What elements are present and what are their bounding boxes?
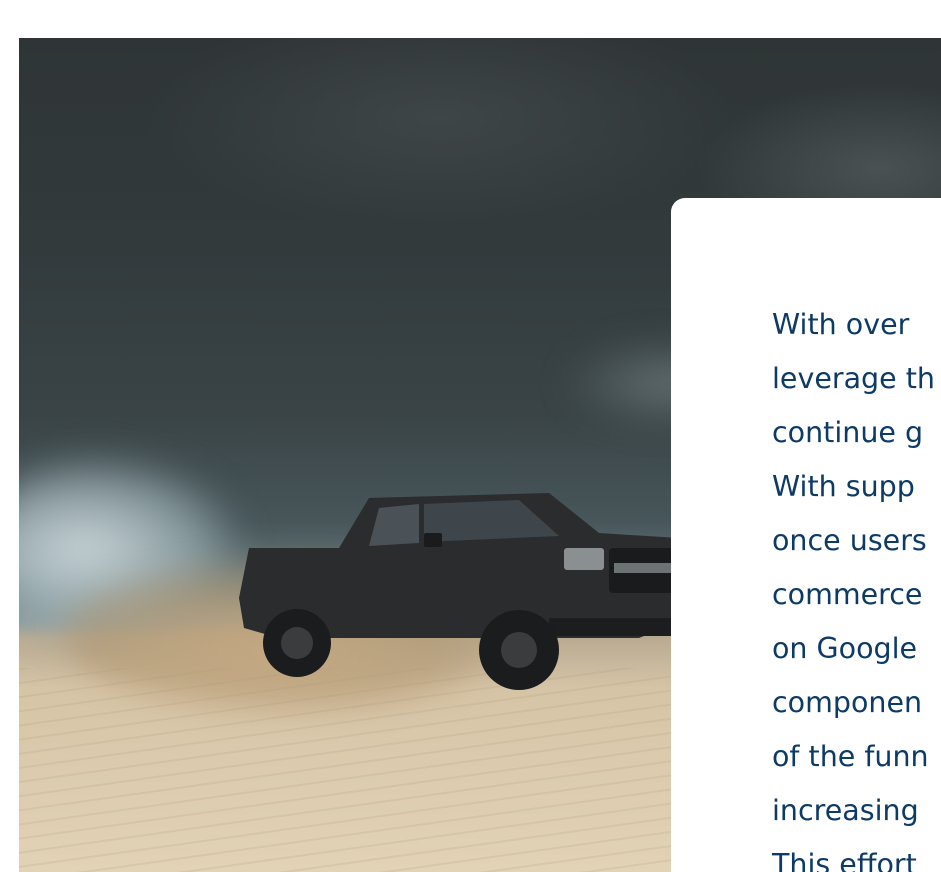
content-card: With over leverage th continue g With su… [671, 198, 941, 872]
truck-bumper [549, 618, 689, 636]
truck-headlight [564, 548, 604, 570]
card-line: on Google [772, 632, 918, 665]
card-line: leverage th [772, 362, 935, 395]
truck-rim-front [501, 632, 537, 668]
card-line: commerce [772, 578, 923, 611]
card-line: This effort [772, 848, 917, 872]
card-line: componen [772, 686, 923, 719]
card-line: of the funn [772, 740, 929, 773]
truck-rim-rear [281, 627, 313, 659]
card-line: increasing [772, 794, 919, 827]
card-line: With over [772, 308, 910, 341]
page: With over leverage th continue g With su… [0, 0, 941, 872]
truck-grille-badge [614, 563, 679, 573]
card-line: continue g [772, 416, 924, 449]
truck-mirror [424, 533, 442, 547]
pickup-truck-icon [239, 493, 689, 690]
card-body-text: With over leverage th continue g With su… [772, 298, 941, 872]
card-line: With supp [772, 470, 915, 503]
card-line: once users [772, 524, 927, 557]
